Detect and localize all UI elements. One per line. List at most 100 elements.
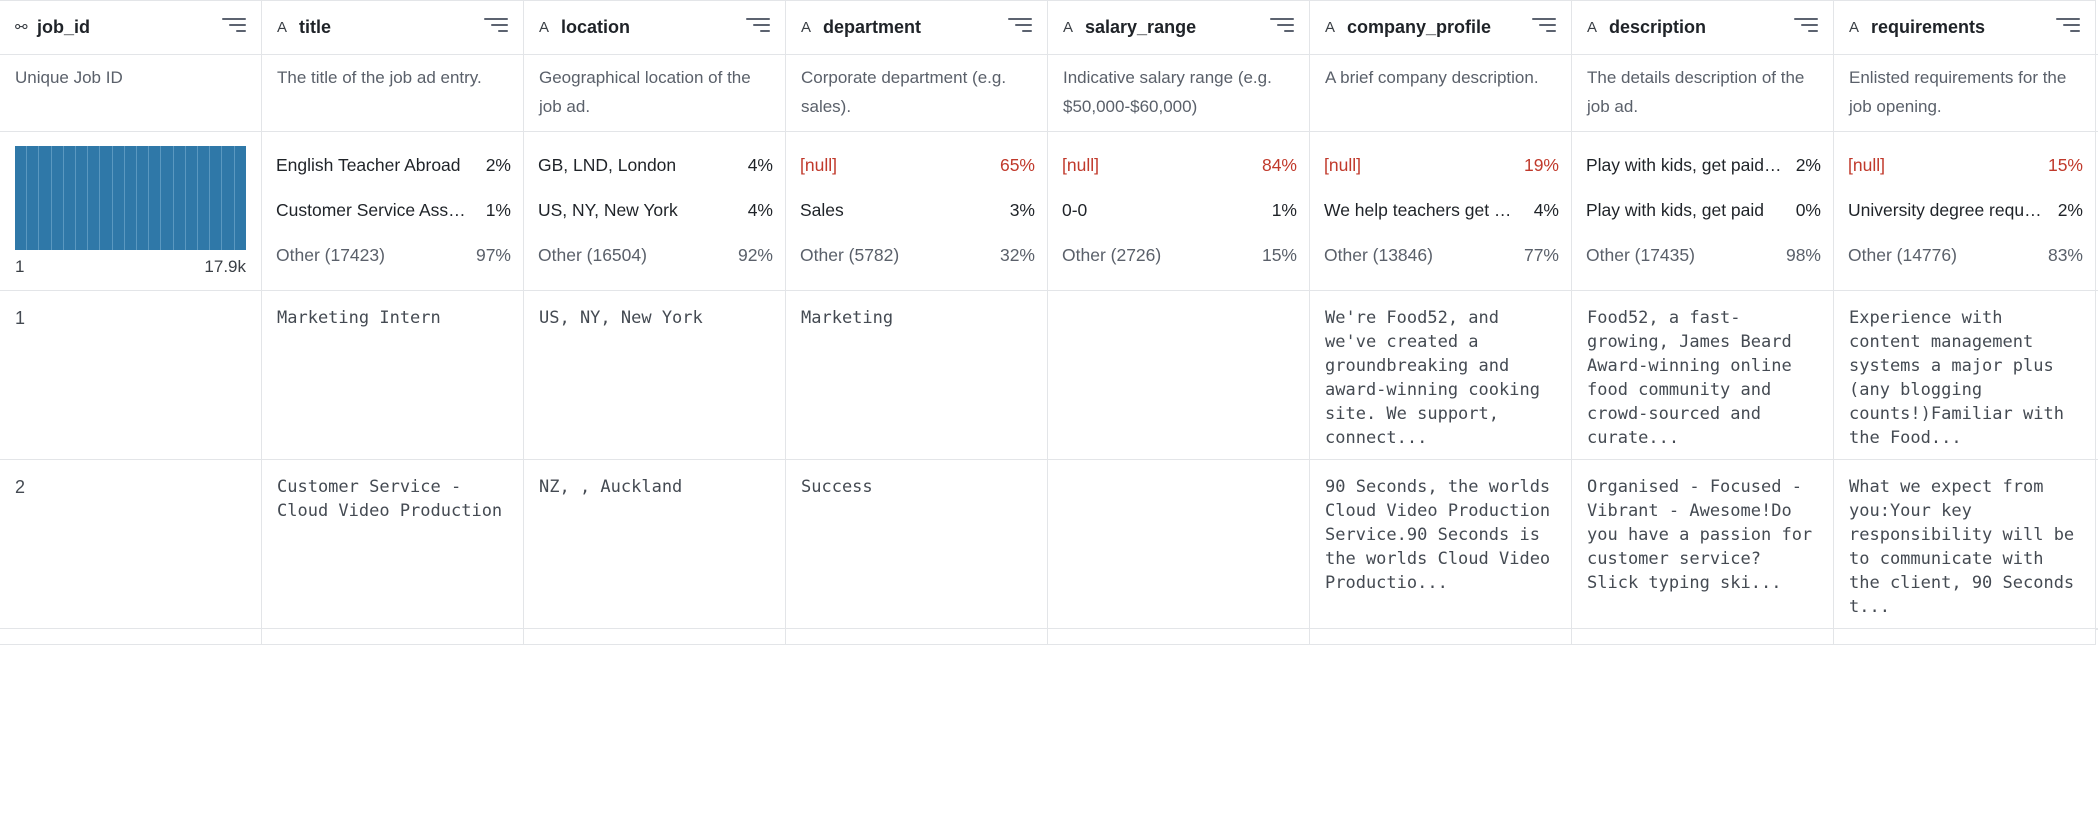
histogram-max: 17.9k: [204, 257, 246, 276]
stat-label: Other (17435): [1586, 245, 1695, 265]
table-cell[interactable]: We're Food52, and we've created a ground…: [1310, 291, 1572, 460]
histogram-bar: [137, 146, 150, 250]
text-type-icon: A: [1587, 18, 1598, 36]
stat-row[interactable]: University degree required 2%: [1848, 199, 2083, 244]
stat-row[interactable]: English Teacher Abroad 2%: [276, 154, 511, 199]
sort-icon[interactable]: [222, 18, 246, 36]
table-cell[interactable]: Marketing Intern: [262, 291, 524, 460]
table-cell[interactable]: US, IA, Wever: [524, 629, 786, 645]
sort-icon[interactable]: [1532, 18, 1556, 36]
stat-row[interactable]: Play with kids, get paid 0%: [1586, 199, 1821, 244]
stat-row[interactable]: Play with kids, get paid for it 2%: [1586, 154, 1821, 199]
table-cell[interactable]: US, NY, New York: [524, 291, 786, 460]
column-description: Corporate department (e.g. sales).: [786, 55, 1048, 132]
table-cell[interactable]: [1048, 460, 1310, 629]
table-cell[interactable]: Organised - Focused - Vibrant - Awesome!…: [1572, 460, 1834, 629]
stat-row[interactable]: Other (17423) 97%: [276, 244, 511, 289]
stat-row[interactable]: We help teachers get safe & secure jobs4…: [1324, 199, 1559, 244]
table-cell[interactable]: Marketing: [786, 291, 1048, 460]
stat-row[interactable]: [null] 15%: [1848, 154, 2083, 199]
sort-icon[interactable]: [1008, 18, 1032, 36]
stat-percent: 2%: [1795, 155, 1821, 175]
histogram-bar: [125, 146, 138, 250]
stat-row[interactable]: [null] 19%: [1324, 154, 1559, 199]
table-cell[interactable]: [1048, 291, 1310, 460]
stat-label: Customer Service Associate: [276, 200, 486, 220]
column-header-department[interactable]: Adepartment: [786, 0, 1048, 55]
stat-percent: 65%: [999, 155, 1035, 175]
table-cell[interactable]: NZ, , Auckland: [524, 460, 786, 629]
stat-label: English Teacher Abroad: [276, 155, 461, 175]
column-header-title[interactable]: Atitle: [262, 0, 524, 55]
stat-row[interactable]: Other (5782) 32%: [800, 244, 1035, 289]
histogram-bar: [100, 146, 113, 250]
column-name: job_id: [37, 16, 90, 37]
column-header-location[interactable]: Alocation: [524, 0, 786, 55]
stat-row[interactable]: Other (16504) 92%: [538, 244, 773, 289]
histogram-bar: [113, 146, 125, 250]
stat-label: Other (17423): [276, 245, 385, 265]
stat-percent: 1%: [485, 200, 511, 220]
stat-row[interactable]: [null] 84%: [1062, 154, 1297, 199]
row-id[interactable]: 1: [0, 291, 262, 460]
table-cell[interactable]: [786, 629, 1048, 645]
column-stats: GB, LND, London 4% US, NY, New York 4% Other…: [524, 132, 786, 291]
table-cell[interactable]: Implement pre-commissioning and commissi…: [1834, 629, 2096, 645]
histogram-bar: [161, 146, 174, 250]
stat-label: 0-0: [1062, 200, 1088, 220]
table-cell[interactable]: Experience with content management syste…: [1834, 291, 2096, 460]
stat-row[interactable]: Customer Service Associate 1%: [276, 199, 511, 244]
stat-percent: 92%: [737, 245, 773, 265]
row-id[interactable]: 3: [0, 629, 262, 645]
stat-row[interactable]: Other (14776) 83%: [1848, 244, 2083, 289]
stat-percent: 4%: [1533, 200, 1559, 220]
table-cell[interactable]: Commissioning Machinery Assistant (CMA): [262, 629, 524, 645]
table-cell[interactable]: Success: [786, 460, 1048, 629]
stat-label: University degree required: [1848, 200, 2054, 220]
stat-row[interactable]: GB, LND, London 4%: [538, 154, 773, 199]
stat-percent: 1%: [1271, 200, 1297, 220]
column-description: The title of the job ad entry.: [262, 55, 524, 132]
stat-row[interactable]: US, NY, New York 4%: [538, 199, 773, 244]
stat-row[interactable]: 0-0 1%: [1062, 199, 1297, 244]
table-cell[interactable]: [1048, 629, 1310, 645]
stat-percent: 3%: [1009, 200, 1035, 220]
column-header-description[interactable]: Adescription: [1572, 0, 1834, 55]
column-header-job-id[interactable]: ⚯ job_id: [0, 0, 262, 55]
stat-percent: 77%: [1523, 245, 1559, 265]
table-cell[interactable]: 90 Seconds, the worlds Cloud Video Produ…: [1310, 460, 1572, 629]
stat-row[interactable]: Sales 3%: [800, 199, 1035, 244]
stat-row[interactable]: Other (13846) 77%: [1324, 244, 1559, 289]
stat-percent: 32%: [999, 245, 1035, 265]
histogram-bar: [210, 146, 223, 250]
stat-row[interactable]: Other (17435) 98%: [1586, 244, 1821, 289]
histogram-bar: [27, 146, 40, 250]
column-description: A brief company description.: [1310, 55, 1572, 132]
column-header-salary-range[interactable]: Asalary_range: [1048, 0, 1310, 55]
table-cell[interactable]: Food52, a fast-growing, James Beard Awar…: [1572, 291, 1834, 460]
stat-percent: 15%: [2047, 155, 2083, 175]
id-icon: ⚯: [15, 19, 28, 36]
stat-row[interactable]: [null] 65%: [800, 154, 1035, 199]
column-header-company-profile[interactable]: Acompany_profile: [1310, 0, 1572, 55]
sort-icon[interactable]: [746, 18, 770, 36]
stat-row[interactable]: Other (2726) 15%: [1062, 244, 1297, 289]
table-cell[interactable]: Customer Service - Cloud Video Productio…: [262, 460, 524, 629]
column-name: company_profile: [1347, 16, 1492, 37]
table-cell[interactable]: Our client, located in Houston, is activ…: [1572, 629, 1834, 645]
row-id[interactable]: 2: [0, 460, 262, 629]
stat-percent: 15%: [1261, 245, 1297, 265]
table-cell[interactable]: Valor Services provides Workforce Soluti…: [1310, 629, 1572, 645]
column-name: location: [561, 16, 631, 37]
column-name: salary_range: [1085, 16, 1197, 37]
sort-icon[interactable]: [1794, 18, 1818, 36]
column-header-requirements[interactable]: Arequirements: [1834, 0, 2096, 55]
sort-icon[interactable]: [1270, 18, 1294, 36]
text-type-icon: A: [277, 18, 288, 36]
column-name: department: [823, 16, 922, 37]
sort-icon[interactable]: [2056, 18, 2080, 36]
table-cell[interactable]: What we expect from you:Your key respons…: [1834, 460, 2096, 629]
sort-icon[interactable]: [484, 18, 508, 36]
histogram-bar: [39, 146, 52, 250]
stat-percent: 19%: [1523, 155, 1559, 175]
